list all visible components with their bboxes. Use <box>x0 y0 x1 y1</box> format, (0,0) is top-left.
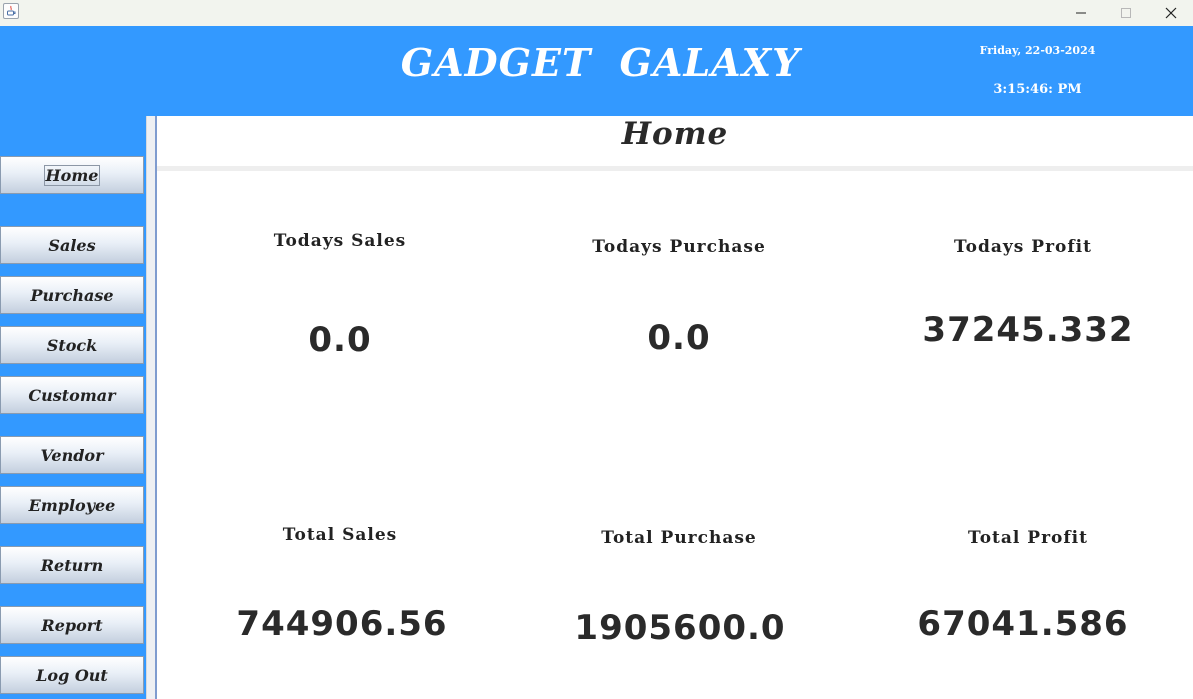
nav-home-label: Home <box>43 164 101 186</box>
current-time: 3:15:46: PM <box>993 82 1082 97</box>
nav-sales-button[interactable]: Sales <box>0 226 144 264</box>
todays-purchase-value: 0.0 <box>647 318 711 358</box>
nav-employee-button[interactable]: Employee <box>0 486 144 524</box>
nav-sales-label: Sales <box>48 235 96 255</box>
todays-sales-label: Todays Sales <box>273 231 407 251</box>
nav-home-button[interactable]: Home <box>0 156 144 194</box>
nav-customar-button[interactable]: Customar <box>0 376 144 414</box>
total-purchase-value: 1905600.0 <box>574 608 786 648</box>
maximize-button[interactable] <box>1103 0 1149 26</box>
nav-vendor-button[interactable]: Vendor <box>0 436 144 474</box>
nav-report-button[interactable]: Report <box>0 606 144 644</box>
todays-profit-label: Todays Profit <box>953 237 1092 257</box>
total-sales-value: 744906.56 <box>236 604 448 644</box>
total-profit-label: Total Profit <box>968 528 1088 548</box>
todays-sales-value: 0.0 <box>308 320 372 360</box>
nav-report-label: Report <box>41 615 103 635</box>
close-button[interactable] <box>1148 0 1193 26</box>
nav-return-button[interactable]: Return <box>0 546 144 584</box>
total-profit-value: 67041.586 <box>917 604 1129 644</box>
nav-logout-label: Log Out <box>36 665 108 685</box>
nav-logout-button[interactable]: Log Out <box>0 656 144 694</box>
nav-purchase-label: Purchase <box>30 285 114 305</box>
nav-stock-button[interactable]: Stock <box>0 326 144 364</box>
nav-vendor-label: Vendor <box>40 445 104 465</box>
total-sales-label: Total Sales <box>282 525 398 545</box>
title-divider <box>157 166 1193 171</box>
java-cup-icon <box>3 3 19 19</box>
page-title: Home <box>621 116 729 152</box>
minimize-button[interactable] <box>1058 0 1104 26</box>
todays-profit-value: 37245.332 <box>922 310 1134 350</box>
window-title-bar <box>0 0 1193 26</box>
total-purchase-label: Total Purchase <box>601 528 757 548</box>
nav-return-label: Return <box>40 555 104 575</box>
nav-employee-label: Employee <box>28 495 116 515</box>
nav-stock-label: Stock <box>46 335 98 355</box>
current-date: Friday, 22-03-2024 <box>979 44 1096 57</box>
nav-purchase-button[interactable]: Purchase <box>0 276 144 314</box>
todays-purchase-label: Todays Purchase <box>592 237 766 257</box>
sidebar: Home Sales Purchase Stock Customar Vendo… <box>0 116 146 699</box>
app-header: GADGET GALAXY Friday, 22-03-2024 3:15:46… <box>0 26 1193 116</box>
main-content: Home Todays Sales 0.0 Todays Purchase 0.… <box>157 116 1193 699</box>
split-pane-divider[interactable] <box>146 116 155 699</box>
nav-customar-label: Customar <box>28 385 116 405</box>
